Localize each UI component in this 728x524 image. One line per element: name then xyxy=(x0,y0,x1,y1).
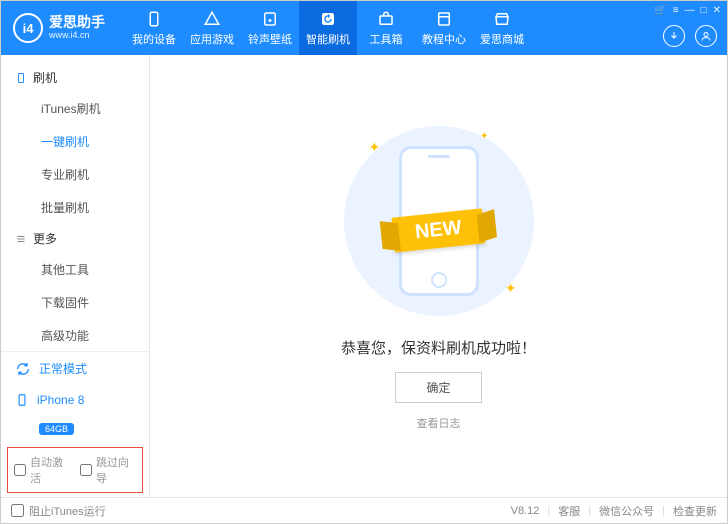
app-logo: i4 爱思助手 www.i4.cn xyxy=(1,13,117,43)
menu-icon[interactable]: ≡ xyxy=(673,5,679,16)
tab-label: 应用游戏 xyxy=(190,31,234,47)
checkbox-label: 自动激活 xyxy=(30,454,70,486)
user-icon xyxy=(700,30,712,42)
apps-icon xyxy=(203,10,221,28)
sidebar-item-pro-flash[interactable]: 专业刷机 xyxy=(1,158,149,191)
status-bar: 阻止iTunes运行 V8.12 | 客服 | 微信公众号 | 检查更新 xyxy=(1,497,727,523)
music-icon xyxy=(261,10,279,28)
sidebar-category-flash: 刷机 xyxy=(1,63,149,92)
sync-icon xyxy=(15,361,31,377)
sidebar-item-advanced[interactable]: 高级功能 xyxy=(1,319,149,351)
tab-apps[interactable]: 应用游戏 xyxy=(183,1,241,55)
sidebar: 刷机 iTunes刷机 一键刷机 专业刷机 批量刷机 更多 其他工具 下载固件 … xyxy=(1,55,150,497)
tab-label: 教程中心 xyxy=(422,31,466,47)
device-mode[interactable]: 正常模式 xyxy=(1,352,149,385)
tab-ringtones[interactable]: 铃声壁纸 xyxy=(241,1,299,55)
maximize-button[interactable]: □ xyxy=(701,5,707,16)
sidebar-item-itunes-flash[interactable]: iTunes刷机 xyxy=(1,92,149,125)
tab-my-device[interactable]: 我的设备 xyxy=(125,1,183,55)
success-message: 恭喜您，保资料刷机成功啦！ xyxy=(341,337,536,358)
minimize-button[interactable]: — xyxy=(685,5,695,16)
sidebar-category-more: 更多 xyxy=(1,224,149,253)
close-button[interactable]: ✕ xyxy=(713,5,721,16)
sidebar-item-batch-flash[interactable]: 批量刷机 xyxy=(1,191,149,224)
tab-label: 爱思商城 xyxy=(480,31,524,47)
storage-badge: 64GB xyxy=(39,423,74,435)
app-url: www.i4.cn xyxy=(49,31,105,41)
download-icon xyxy=(668,30,680,42)
tab-toolbox[interactable]: 工具箱 xyxy=(357,1,415,55)
update-link[interactable]: 检查更新 xyxy=(673,503,717,519)
app-name: 爱思助手 xyxy=(49,15,105,30)
refresh-icon xyxy=(319,10,337,28)
logo-icon: i4 xyxy=(13,13,43,43)
device-icon xyxy=(145,10,163,28)
category-title: 刷机 xyxy=(33,69,57,86)
window-controls: 🛒 ≡ — □ ✕ xyxy=(654,5,721,16)
checkbox-input[interactable] xyxy=(80,464,92,476)
tab-label: 智能刷机 xyxy=(306,31,350,47)
category-title: 更多 xyxy=(33,230,57,247)
auto-activate-checkbox[interactable]: 自动激活 xyxy=(14,454,70,486)
phone-icon xyxy=(15,72,27,84)
device-name: iPhone 8 xyxy=(37,393,84,407)
flash-options: 自动激活 跳过向导 xyxy=(7,447,143,493)
cart-icon[interactable]: 🛒 xyxy=(654,5,666,16)
app-header: i4 爱思助手 www.i4.cn 我的设备 应用游戏 铃声壁纸 智能刷机 工具… xyxy=(1,1,727,55)
toolbox-icon xyxy=(377,10,395,28)
list-icon xyxy=(15,233,27,245)
version-label: V8.12 xyxy=(511,505,540,517)
view-log-link[interactable]: 查看日志 xyxy=(417,415,461,431)
shop-icon xyxy=(493,10,511,28)
tab-flash[interactable]: 智能刷机 xyxy=(299,1,357,55)
sidebar-item-oneclick-flash[interactable]: 一键刷机 xyxy=(1,125,149,158)
main-content: ✦ ✦ ✦ NEW 恭喜您，保资料刷机成功啦！ 确定 查看日志 xyxy=(150,55,727,497)
tab-shop[interactable]: 爱思商城 xyxy=(473,1,531,55)
download-button[interactable] xyxy=(663,25,685,47)
tab-label: 铃声壁纸 xyxy=(248,31,292,47)
book-icon xyxy=(435,10,453,28)
support-link[interactable]: 客服 xyxy=(558,503,580,519)
sidebar-item-other-tools[interactable]: 其他工具 xyxy=(1,253,149,286)
main-tabs: 我的设备 应用游戏 铃声壁纸 智能刷机 工具箱 教程中心 爱思商城 xyxy=(125,1,531,55)
tab-label: 我的设备 xyxy=(132,31,176,47)
ok-button[interactable]: 确定 xyxy=(395,372,481,403)
tab-label: 工具箱 xyxy=(370,31,403,47)
mode-label: 正常模式 xyxy=(39,360,87,377)
phone-icon xyxy=(15,393,29,407)
success-illustration: ✦ ✦ ✦ NEW xyxy=(339,121,539,321)
tab-tutorials[interactable]: 教程中心 xyxy=(415,1,473,55)
header-actions xyxy=(663,25,717,47)
block-itunes-label: 阻止iTunes运行 xyxy=(29,503,106,519)
skip-guide-checkbox[interactable]: 跳过向导 xyxy=(80,454,136,486)
device-info[interactable]: iPhone 8 64GB xyxy=(1,385,149,443)
block-itunes-checkbox[interactable] xyxy=(11,504,24,517)
sidebar-item-download-firmware[interactable]: 下载固件 xyxy=(1,286,149,319)
user-button[interactable] xyxy=(695,25,717,47)
checkbox-input[interactable] xyxy=(14,464,26,476)
checkbox-label: 跳过向导 xyxy=(96,454,136,486)
wechat-link[interactable]: 微信公众号 xyxy=(599,503,654,519)
